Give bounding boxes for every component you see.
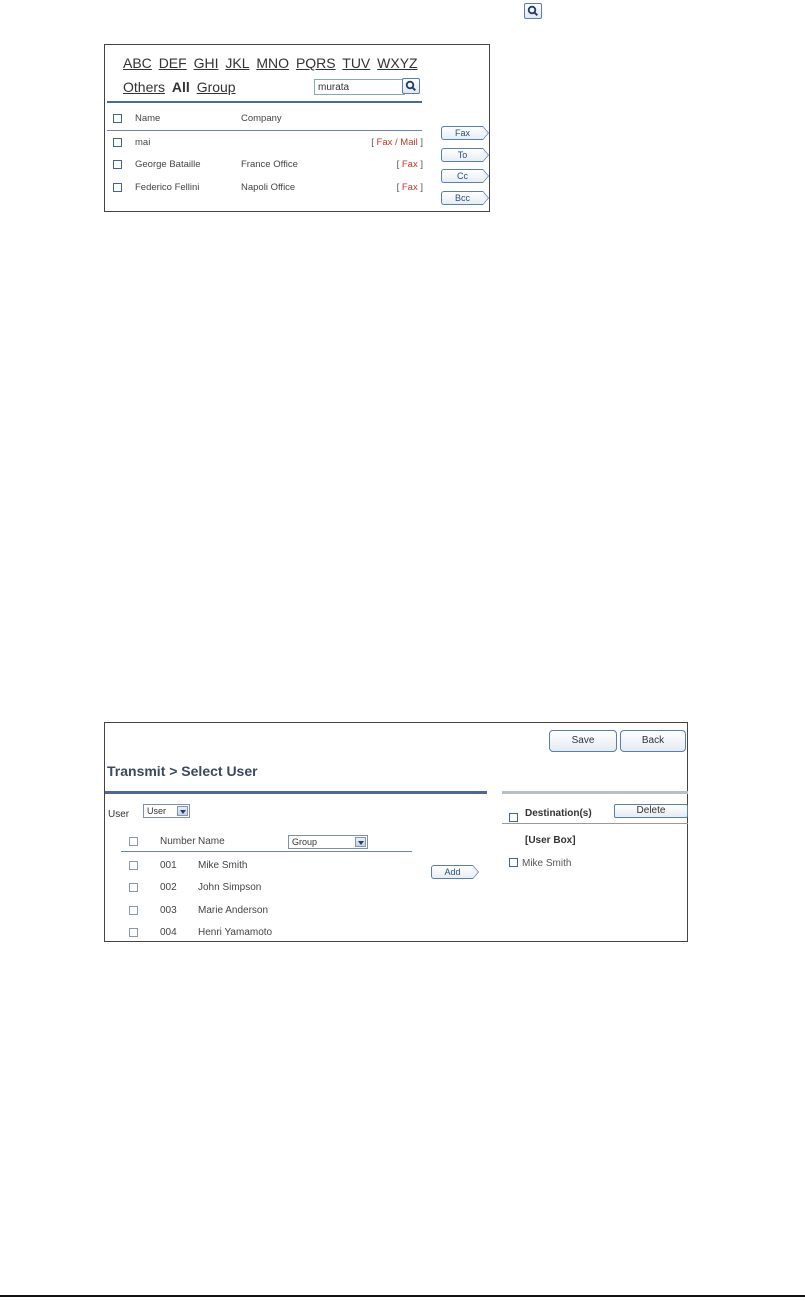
alpha-jkl[interactable]: JKL [225,55,249,71]
add-button[interactable]: Add [431,865,479,879]
table-row[interactable]: 003 Marie Anderson [129,904,329,918]
row-type: [ Fax / Mail ] [371,137,423,148]
page-footer-rule [0,1295,805,1297]
chevron-down-icon [177,806,188,816]
select-all-checkbox[interactable] [113,114,122,123]
bcc-button[interactable]: Bcc [441,191,489,205]
table-row[interactable]: Federico Fellini Napoli Office [ Fax ] [113,181,423,195]
group-select[interactable]: Group [288,835,368,849]
destinations-label: Destination(s) [525,808,592,819]
table-row[interactable]: mai [ Fax / Mail ] [113,136,423,150]
row-checkbox[interactable] [129,883,138,892]
table-row[interactable]: 002 John Simpson [129,881,329,895]
row-company: Napoli Office [241,182,296,193]
row-type-label: Fax [401,182,418,193]
row-checkbox[interactable] [113,138,122,147]
alphabet-index: ABC DEF GHI JKL MNO PQRS TUV WXYZ [123,55,421,71]
destinations-select-all[interactable] [509,809,518,827]
column-name: Name [135,113,161,124]
user-table-header: Number Name Group [129,835,412,849]
save-button[interactable]: Save [549,730,617,752]
user-number: 004 [160,927,177,938]
destination-name: Mike Smith [522,858,572,869]
fax-button[interactable]: Fax [441,126,489,140]
filter-all[interactable]: All [172,79,190,95]
row-checkbox[interactable] [113,160,122,169]
destinations-checkbox[interactable] [509,813,518,822]
column-company: Company [241,113,282,124]
user-type-select[interactable]: User [143,804,190,818]
to-button[interactable]: To [441,148,489,162]
user-name: Marie Anderson [198,905,269,916]
filter-group[interactable]: Group [197,79,236,95]
user-label: User [108,809,130,820]
search-icon [524,3,542,19]
alpha-wxyz[interactable]: WXYZ [377,55,417,71]
column-number: Number [160,836,196,847]
row-type-label: Fax / Mail [376,137,418,148]
alpha-tuv[interactable]: TUV [342,55,370,71]
alpha-abc[interactable]: ABC [123,55,152,71]
search-button[interactable] [402,78,420,94]
search-icon [405,80,417,92]
select-all-users-checkbox[interactable] [129,837,138,846]
column-divider [107,130,422,131]
user-table-divider [121,851,412,852]
destinations-rule [502,823,688,824]
row-name: Federico Fellini [135,182,200,193]
row-name: George Bataille [135,159,201,170]
row-type: [ Fax ] [397,182,423,193]
table-row[interactable]: George Bataille France Office [ Fax ] [113,158,423,172]
destination-divider [502,791,688,794]
row-checkbox[interactable] [129,906,138,915]
delete-button[interactable]: Delete [614,804,688,818]
chevron-down-icon [355,837,366,847]
row-company: France Office [241,159,298,170]
row-checkbox[interactable] [129,928,138,937]
user-number: 003 [160,905,177,916]
user-name: Mike Smith [198,860,248,871]
row-checkbox[interactable] [113,183,122,192]
cc-button[interactable]: Cc [441,169,489,183]
user-name: John Simpson [198,882,262,893]
alpha-mno[interactable]: MNO [256,55,289,71]
group-select-value: Group [292,837,318,847]
bracket-close: ] [417,159,423,170]
alpha-pqrs[interactable]: PQRS [296,55,336,71]
row-name: mai [135,137,151,148]
bracket-close: ] [417,137,423,148]
alpha-ghi[interactable]: GHI [194,55,219,71]
bracket-close: ] [417,182,423,193]
search-input[interactable] [314,79,405,95]
header-divider [107,101,422,103]
row-checkbox[interactable] [129,861,138,870]
select-user-panel: Save Back Transmit > Select User User Us… [104,722,688,942]
address-book-panel: ABC DEF GHI JKL MNO PQRS TUV WXYZ Others… [104,44,490,212]
user-number: 001 [160,860,177,871]
user-box-label: [User Box] [525,835,576,846]
row-type-label: Fax [401,159,418,170]
alpha-def[interactable]: DEF [159,55,187,71]
user-number: 002 [160,882,177,893]
row-type: [ Fax ] [397,159,423,170]
user-type-value: User [147,806,167,816]
column-name: Name [198,836,225,847]
table-header: Name Company [113,112,423,126]
back-button[interactable]: Back [620,730,686,752]
table-row[interactable]: 001 Mike Smith [129,859,329,873]
destination-item[interactable]: Mike Smith [509,858,571,869]
filter-links: Others All Group [123,79,239,95]
user-name: Henri Yamamoto [198,927,273,938]
page-title: Transmit > Select User [107,763,258,779]
title-divider [105,791,487,794]
filter-others[interactable]: Others [123,79,165,95]
table-row[interactable]: 004 Henri Yamamoto [129,926,329,940]
destination-checkbox[interactable] [509,858,518,867]
